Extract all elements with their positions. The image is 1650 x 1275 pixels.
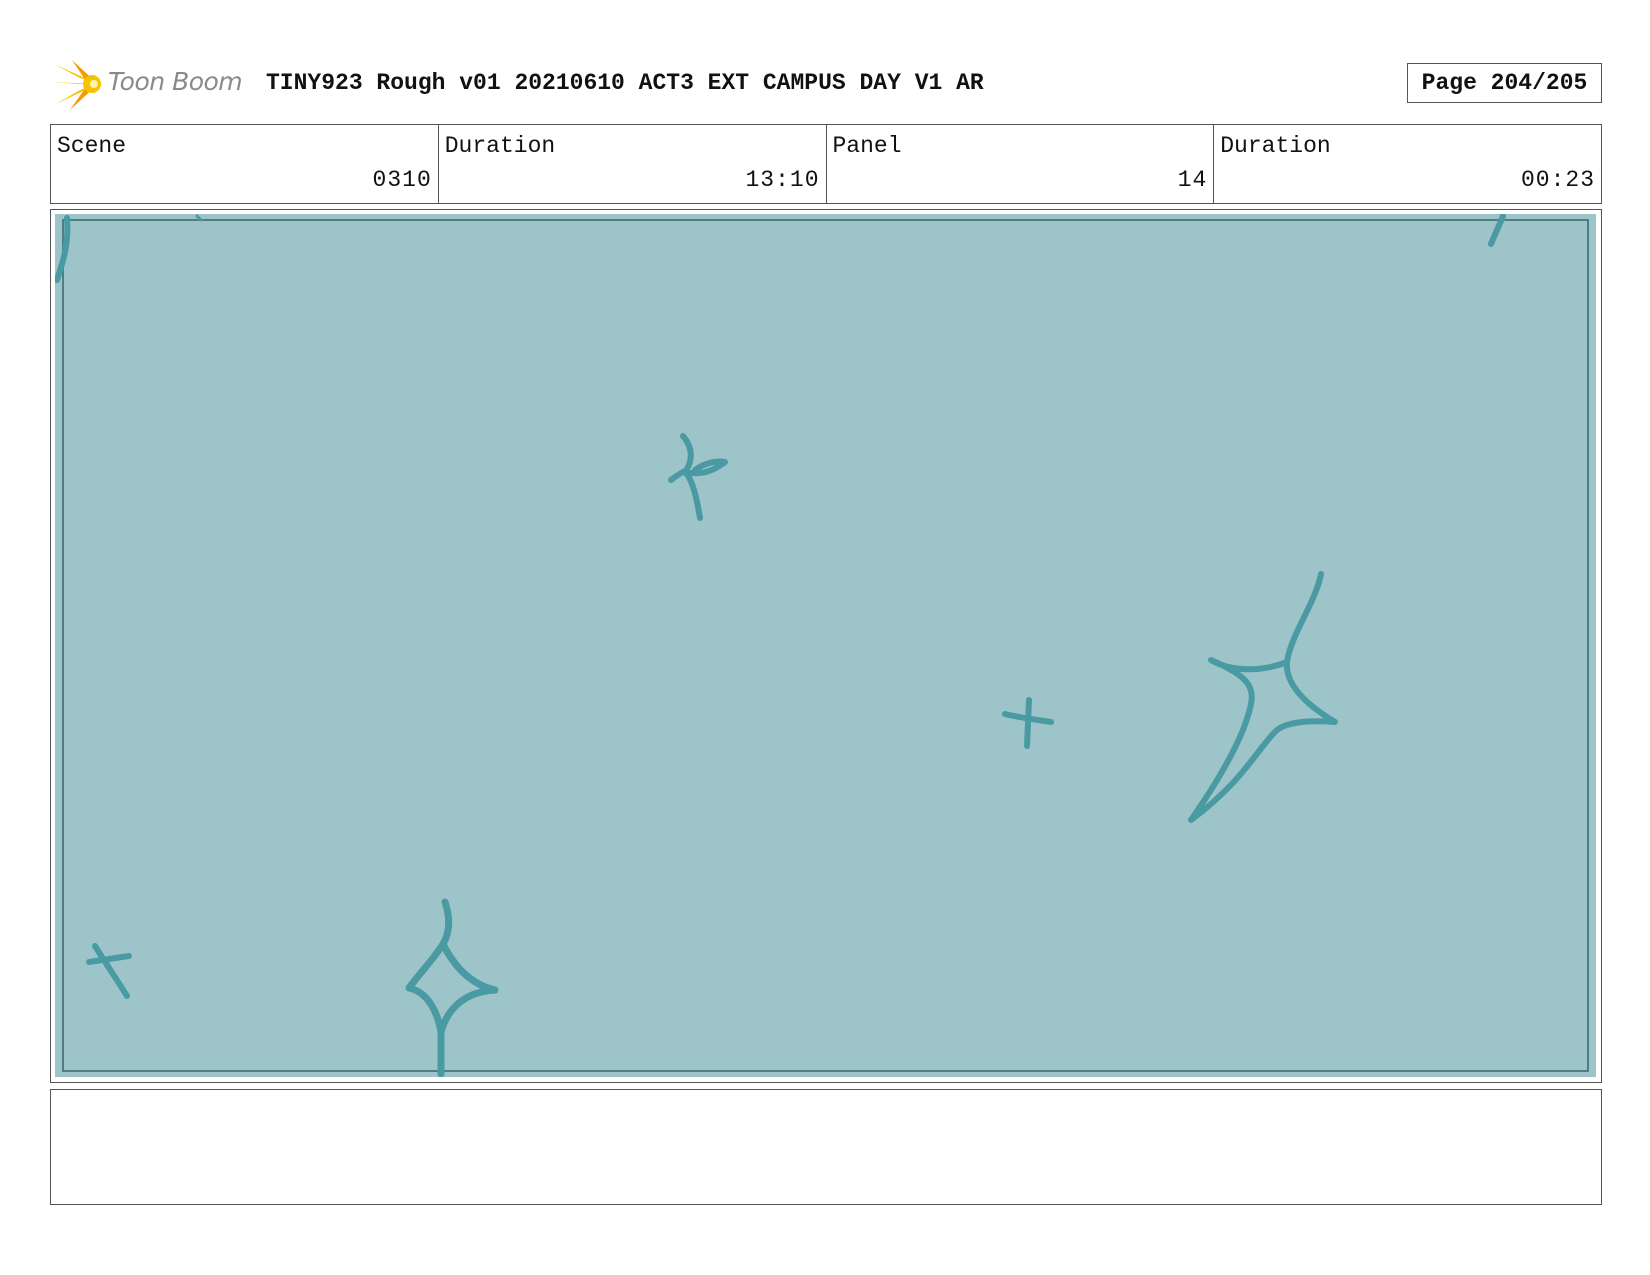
panel-notes-box[interactable] [50, 1089, 1602, 1205]
document-title: TINY923 Rough v01 20210610 ACT3 EXT CAMP… [266, 70, 984, 96]
page-number: Page 204/205 [1407, 63, 1602, 103]
scene-duration-value: 13:10 [745, 167, 820, 193]
storyboard-panel [50, 209, 1602, 1083]
scene-duration-cell: Duration 13:10 [439, 125, 827, 203]
panel-duration-cell: Duration 00:23 [1214, 125, 1601, 203]
scene-value: 0310 [372, 167, 432, 193]
scene-label: Scene [57, 133, 127, 159]
burst-logo-icon [50, 60, 101, 110]
panel-label: Panel [832, 133, 902, 159]
toon-boom-logo: Toon Boom [50, 56, 250, 112]
panel-cell: Panel 14 [827, 125, 1215, 203]
logo-text: Toon Boom [108, 67, 243, 96]
scene-cell: Scene 0310 [51, 125, 439, 203]
panel-background [55, 214, 1596, 1077]
panel-duration-label: Duration [1220, 133, 1331, 159]
scene-duration-label: Duration [444, 133, 556, 159]
panel-drawing [55, 214, 1596, 1077]
panel-value: 14 [1177, 167, 1208, 193]
scene-info-table: Scene 0310 Duration 13:10 Panel 14 Durat… [50, 124, 1602, 204]
panel-duration-value: 00:23 [1520, 167, 1595, 193]
page-header: Toon Boom TINY923 Rough v01 20210610 ACT… [50, 56, 1602, 112]
